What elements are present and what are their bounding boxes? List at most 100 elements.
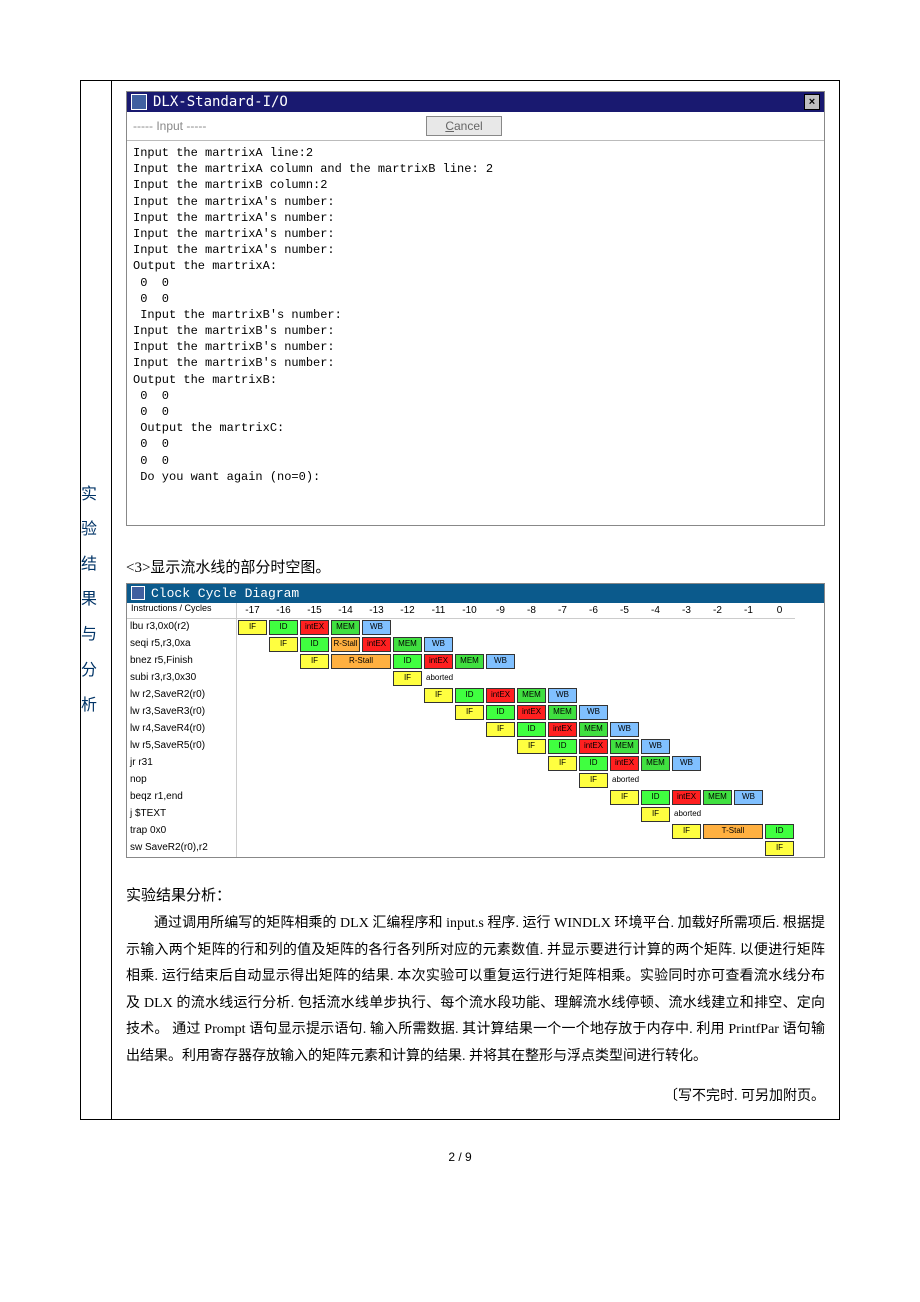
ccd-window-icon [131, 586, 145, 600]
cancel-button[interactable]: Cancel [426, 116, 501, 136]
ccd-cell [640, 619, 671, 636]
ccd-cell [516, 806, 547, 823]
ccd-cell [268, 806, 299, 823]
ccd-cell [330, 806, 361, 823]
ccd-cycle-header: 0 [764, 603, 795, 619]
ccd-cell [330, 687, 361, 704]
ccd-stage-if: IF [579, 773, 608, 788]
io-window-titlebar[interactable]: DLX-Standard-I/O × [127, 92, 824, 112]
ccd-cell [454, 636, 485, 653]
ccd-cell [485, 823, 516, 840]
ccd-cell [702, 704, 733, 721]
ccd-stage-wb: WB [548, 688, 577, 703]
ccd-cell [547, 670, 578, 687]
ccd-cell [609, 670, 640, 687]
ccd-cell: ID [392, 653, 423, 670]
close-icon[interactable]: × [804, 94, 820, 110]
ccd-cell [702, 721, 733, 738]
ccd-cell: ID [299, 636, 330, 653]
ccd-cell [702, 653, 733, 670]
io-input-bar: ----- Input ----- Cancel [127, 112, 824, 141]
ccd-cell [609, 840, 640, 857]
ccd-cell [702, 687, 733, 704]
ccd-cycle-header: -11 [423, 603, 454, 619]
ccd-cell [609, 619, 640, 636]
ccd-cell: ID [764, 823, 795, 840]
ccd-cycle-header: -15 [299, 603, 330, 619]
ccd-instruction: j $TEXT [127, 806, 237, 823]
ccd-cell [609, 806, 640, 823]
ccd-stage-mem: MEM [579, 722, 608, 737]
ccd-cell [361, 755, 392, 772]
ccd-cell: IF [547, 755, 578, 772]
ccd-cell: intEX [578, 738, 609, 755]
ccd-cell: WB [578, 704, 609, 721]
ccd-cell [578, 636, 609, 653]
ccd-cell [547, 636, 578, 653]
ccd-stage-aborted: aborted [610, 773, 639, 788]
ccd-cell [423, 755, 454, 772]
ccd-cell [702, 670, 733, 687]
ccd-cell: IF [237, 619, 268, 636]
ccd-cycle-header: -16 [268, 603, 299, 619]
ccd-stage-if: IF [424, 688, 453, 703]
io-window-icon [131, 94, 147, 110]
ccd-stage-mem: MEM [703, 790, 732, 805]
ccd-cell [547, 823, 578, 840]
ccd-cell [485, 636, 516, 653]
ccd-stage-id: ID [269, 620, 298, 635]
ccd-cell: ID [640, 789, 671, 806]
ccd-cell [361, 806, 392, 823]
ccd-cell [640, 823, 671, 840]
ccd-cell [392, 687, 423, 704]
ccd-cell: ID [516, 721, 547, 738]
ccd-cell [764, 755, 795, 772]
ccd-stage-wb: WB [362, 620, 391, 635]
ccd-cell [733, 772, 764, 789]
ccd-stage-if: IF [641, 807, 670, 822]
ccd-cycle-header: -10 [454, 603, 485, 619]
ccd-cell [547, 772, 578, 789]
ccd-stage-intex: intEX [300, 620, 329, 635]
ccd-stage-id: ID [517, 722, 546, 737]
ccd-cell [702, 755, 733, 772]
ccd-cell: IF [268, 636, 299, 653]
ccd-instruction: seqi r5,r3,0xa [127, 636, 237, 653]
ccd-cell [578, 840, 609, 857]
ccd-stage-if: IF [610, 790, 639, 805]
ccd-cell [702, 806, 733, 823]
ccd-cell [423, 806, 454, 823]
ccd-cell [640, 653, 671, 670]
io-input-label: ----- Input ----- [133, 119, 206, 133]
ccd-cell [516, 755, 547, 772]
io-window: DLX-Standard-I/O × ----- Input ----- Can… [126, 91, 825, 526]
ccd-cell: R-Stall [330, 636, 361, 653]
ccd-cycle-header: -13 [361, 603, 392, 619]
ccd-cell [361, 721, 392, 738]
ccd-cell [330, 704, 361, 721]
ccd-cell [671, 772, 702, 789]
ccd-stage-if: IF [765, 841, 794, 856]
ccd-stage-wb: WB [424, 637, 453, 652]
ccd-cell: WB [361, 619, 392, 636]
ccd-cell [516, 619, 547, 636]
ccd-stage-mem: MEM [455, 654, 484, 669]
ccd-instruction: lw r2,SaveR2(r0) [127, 687, 237, 704]
ccd-titlebar[interactable]: Clock Cycle Diagram [127, 584, 824, 603]
ccd-cell: aborted [423, 670, 454, 687]
ccd-cell: IF [516, 738, 547, 755]
analysis-body: 通过调用所编写的矩阵相乘的 DLX 汇编程序和 input.s 程序. 运行 W… [126, 911, 825, 1071]
ccd-cell: MEM [640, 755, 671, 772]
ccd-cell [392, 840, 423, 857]
ccd-cell [330, 772, 361, 789]
ccd-stage-intex: intEX [548, 722, 577, 737]
ccd-cycle-header: -9 [485, 603, 516, 619]
ccd-cell [485, 670, 516, 687]
ccd-cell [516, 653, 547, 670]
ccd-cycle-header: -1 [733, 603, 764, 619]
ccd-cell [764, 806, 795, 823]
ccd-cell [485, 772, 516, 789]
ccd-stage-intex: intEX [579, 739, 608, 754]
ccd-cell [361, 772, 392, 789]
ccd-instruction: lw r3,SaveR3(r0) [127, 704, 237, 721]
